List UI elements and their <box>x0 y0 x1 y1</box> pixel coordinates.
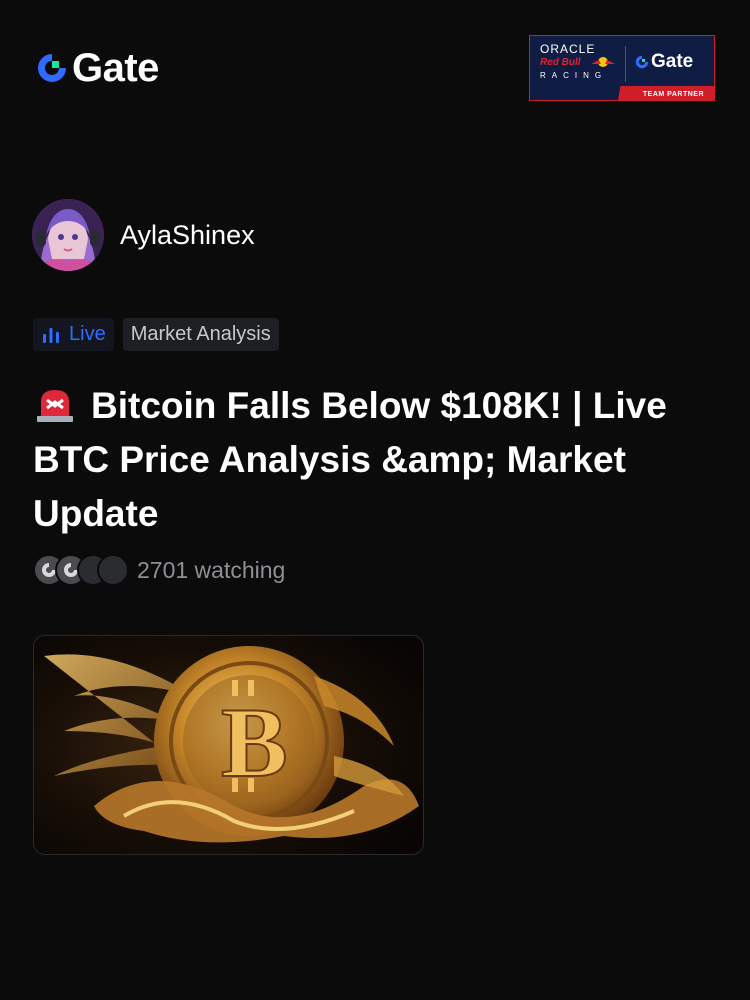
author-name[interactable]: AylaShinex <box>120 220 255 251</box>
post-title-text: Bitcoin Falls Below $108K! | Live BTC Pr… <box>33 385 667 534</box>
viewer-avatars <box>33 554 129 586</box>
red-bull-icon <box>591 57 615 67</box>
partner-gate-text: Gate <box>651 51 694 72</box>
author-row[interactable]: AylaShinex <box>32 199 255 271</box>
partner-divider <box>625 46 626 82</box>
racing-text: RACING <box>540 71 608 80</box>
stream-thumbnail[interactable]: B <box>33 635 424 855</box>
post-title[interactable]: Bitcoin Falls Below $108K! | Live BTC Pr… <box>33 379 723 541</box>
viewer-avatar <box>97 554 129 586</box>
live-post-page: Gate ORACLE Red Bull RACING Gate TEAM PA… <box>0 0 750 1000</box>
watchers-row: 2701 watching <box>33 554 285 586</box>
avatar-image <box>32 199 104 271</box>
bar-chart-icon <box>43 327 59 343</box>
redbull-text: Red Bull <box>540 57 581 68</box>
oracle-text: ORACLE <box>540 42 596 56</box>
team-partner-text: TEAM PARTNER <box>642 91 704 98</box>
gate-logo-icon <box>635 55 649 69</box>
gate-logo-icon <box>38 54 66 82</box>
tag-row: Live Market Analysis <box>33 318 279 351</box>
avatar[interactable] <box>32 199 104 271</box>
gate-logo-text: Gate <box>72 46 159 90</box>
live-label: Live <box>69 323 106 345</box>
live-badge: Live <box>33 318 114 351</box>
category-tag[interactable]: Market Analysis <box>122 318 279 351</box>
bitcoin-coin-image: B <box>34 636 423 854</box>
partner-gate-logo: Gate <box>634 51 693 73</box>
svg-text:B: B <box>221 687 288 798</box>
siren-icon <box>37 390 73 422</box>
watching-count: 2701 watching <box>137 556 286 583</box>
gate-logo[interactable]: Gate <box>34 48 159 88</box>
team-partner-banner: ORACLE Red Bull RACING Gate TEAM PARTNER <box>529 35 715 101</box>
category-label: Market Analysis <box>130 323 271 345</box>
